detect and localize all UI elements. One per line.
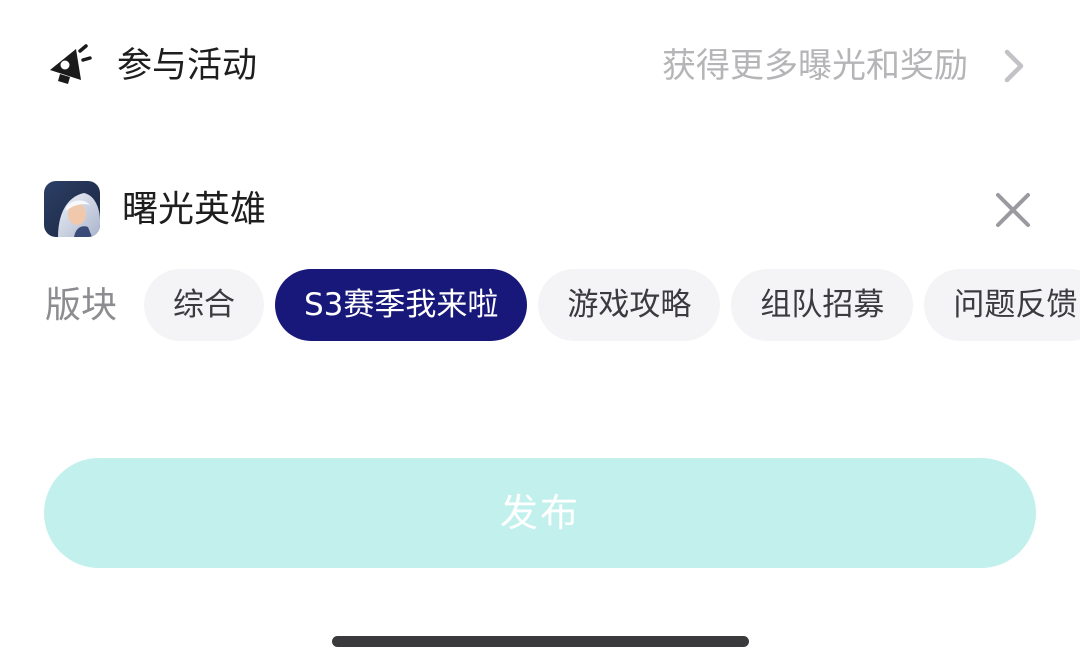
publish-button[interactable]: 发布 <box>44 458 1036 568</box>
section-chip-general[interactable]: 综合 <box>144 269 264 341</box>
join-activity-row[interactable]: 参与活动 获得更多曝光和奖励 <box>0 0 1080 134</box>
selected-game-row: 曙光英雄 <box>0 160 1080 260</box>
section-chip-team-recruit[interactable]: 组队招募 <box>731 269 914 341</box>
activity-hint-text: 获得更多曝光和奖励 <box>662 46 968 86</box>
game-name: 曙光英雄 <box>122 189 267 230</box>
close-icon[interactable] <box>990 187 1036 233</box>
post-publish-panel: 参与活动 获得更多曝光和奖励 曙光英雄 版块 综合 S3赛季我来啦 游戏攻略 组… <box>0 0 1080 666</box>
join-activity-label: 参与活动 <box>117 46 258 86</box>
section-label: 版块 <box>45 285 118 326</box>
chevron-right-icon <box>1004 49 1024 83</box>
megaphone-icon <box>50 44 92 84</box>
section-chip-list: 综合 S3赛季我来啦 游戏攻略 组队招募 问题反馈 <box>144 269 1080 341</box>
home-indicator[interactable] <box>332 636 749 647</box>
section-chip-feedback[interactable]: 问题反馈 <box>924 269 1080 341</box>
section-chip-guides[interactable]: 游戏攻略 <box>538 269 721 341</box>
section-chip-season-s3[interactable]: S3赛季我来啦 <box>275 269 528 341</box>
game-icon[interactable] <box>44 181 100 237</box>
